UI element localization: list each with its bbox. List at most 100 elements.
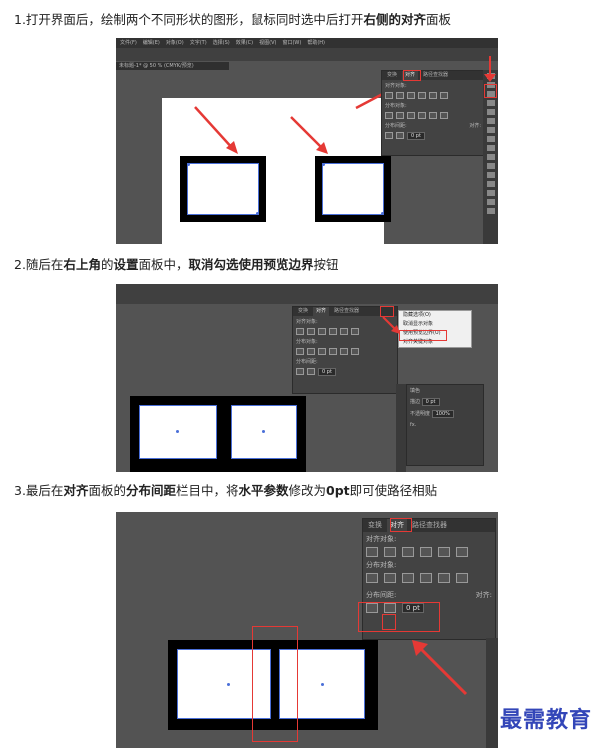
opacity-label: 不透明度 <box>410 411 431 417</box>
tool-icon[interactable] <box>486 172 495 178</box>
horizontal-spacing-icon[interactable] <box>396 132 404 139</box>
selection-handle[interactable] <box>381 212 384 215</box>
control-bar <box>116 48 498 61</box>
highlight-horizontal-spacing-button <box>382 614 396 630</box>
vertical-spacing-icon[interactable] <box>296 368 304 375</box>
spacing-input[interactable]: 0 pt <box>407 132 425 140</box>
distribute-bottom-icon[interactable] <box>407 112 415 119</box>
tool-icon[interactable] <box>486 127 495 133</box>
distribute-objects-label: 分布对象: <box>366 561 397 569</box>
align-middle-icon[interactable] <box>429 92 437 99</box>
align-top-icon[interactable] <box>418 92 426 99</box>
highlight-align-panel-icon <box>484 84 497 98</box>
menu-item-view[interactable]: 视图(V) <box>259 40 276 46</box>
align-left-icon[interactable] <box>385 92 393 99</box>
distribute-bottom-icon[interactable] <box>402 573 414 583</box>
menu-item-effect[interactable]: 效果(C) <box>236 40 253 46</box>
align-middle-icon[interactable] <box>340 328 348 335</box>
distribute-top-icon[interactable] <box>296 348 304 355</box>
menu-item-type[interactable]: 文字(T) <box>190 40 207 46</box>
distribute-left-icon[interactable] <box>329 348 337 355</box>
align-bottom-icon[interactable] <box>351 328 359 335</box>
align-left-icon[interactable] <box>366 547 378 557</box>
align-top-icon[interactable] <box>420 547 432 557</box>
distribute-left-icon[interactable] <box>420 573 432 583</box>
align-left-icon[interactable] <box>296 328 304 335</box>
tool-icon[interactable] <box>486 118 495 124</box>
align-center-icon[interactable] <box>307 328 315 335</box>
distribute-right-icon[interactable] <box>440 112 448 119</box>
distribute-objects-row <box>382 111 484 120</box>
distribute-left-icon[interactable] <box>418 112 426 119</box>
tool-icon[interactable] <box>486 145 495 151</box>
tool-icon[interactable] <box>486 154 495 160</box>
tool-icon[interactable] <box>486 163 495 169</box>
tool-icon[interactable] <box>486 181 495 187</box>
align-center-icon[interactable] <box>396 92 404 99</box>
distribute-hcenter-icon[interactable] <box>340 348 348 355</box>
align-right-icon[interactable] <box>402 547 414 557</box>
distribute-right-icon[interactable] <box>351 348 359 355</box>
highlight-distribute-spacing <box>358 602 440 632</box>
distribute-top-icon[interactable] <box>366 573 378 583</box>
menu-item-edit[interactable]: 编辑(E) <box>143 40 160 46</box>
screenshot-2: 变换 对齐 路径查找器 对齐对象: 分布对象: 分布间距: 0 pt 隐藏选项(… <box>116 284 498 472</box>
distribute-bottom-icon[interactable] <box>318 348 326 355</box>
tool-icon[interactable] <box>486 109 495 115</box>
distribute-spacing-label: 分布间距: <box>296 359 318 365</box>
align-center-icon[interactable] <box>384 547 396 557</box>
align-middle-icon[interactable] <box>438 547 450 557</box>
appearance-panel: 填色 描边 0 pt 不透明度 100% fx. <box>406 384 484 466</box>
tab-pathfinder[interactable]: 路径查找器 <box>409 519 450 532</box>
step-2-prefix: 2.随后在 <box>14 257 64 272</box>
align-top-icon[interactable] <box>329 328 337 335</box>
menu-item-object[interactable]: 对象(O) <box>166 40 184 46</box>
tab-align[interactable]: 对齐 <box>313 307 330 316</box>
tab-transform[interactable]: 变换 <box>384 71 400 80</box>
align-bottom-icon[interactable] <box>456 547 468 557</box>
step-3-suffix: 即可使路径相贴 <box>349 483 438 498</box>
fx-button[interactable]: fx. <box>407 420 483 430</box>
stroke-input[interactable]: 0 pt <box>421 398 440 406</box>
menu-item-window[interactable]: 窗口(W) <box>282 40 301 46</box>
tool-icon[interactable] <box>486 100 495 106</box>
document-tab[interactable]: 未标题-1* @ 50 % (CMYK/预览) <box>116 62 229 70</box>
selection-handle[interactable] <box>322 163 325 166</box>
tool-icon[interactable] <box>486 208 495 214</box>
step-1-text: 1.打开界面后，绘制两个不同形状的图形，鼠标同时选中后打开右侧的对齐面板 <box>14 12 451 28</box>
opacity-input[interactable]: 100% <box>431 410 454 418</box>
selection-handle[interactable] <box>256 212 259 215</box>
menu-item-hide-options[interactable]: 隐藏选项(O) <box>399 311 471 320</box>
fill-label: 填色 <box>410 388 421 394</box>
tab-pathfinder[interactable]: 路径查找器 <box>331 307 362 316</box>
selection-handle[interactable] <box>187 163 190 166</box>
screenshot-1: 文件(F) 编辑(E) 对象(O) 文字(T) 选择(S) 效果(C) 视图(V) 窗口(W)… <box>116 38 498 244</box>
distribute-vcenter-icon[interactable] <box>384 573 396 583</box>
distribute-hcenter-icon[interactable] <box>438 573 450 583</box>
tool-icon[interactable] <box>486 190 495 196</box>
vertical-spacing-icon[interactable] <box>385 132 393 139</box>
align-bottom-icon[interactable] <box>440 92 448 99</box>
align-right-icon[interactable] <box>318 328 326 335</box>
tool-icon[interactable] <box>486 136 495 142</box>
selected-rectangle-left[interactable] <box>187 163 259 215</box>
distribute-vcenter-icon[interactable] <box>396 112 404 119</box>
tab-transform[interactable]: 变换 <box>365 519 385 532</box>
distribute-vcenter-icon[interactable] <box>307 348 315 355</box>
tab-transform[interactable]: 变换 <box>295 307 311 316</box>
distribute-top-icon[interactable] <box>385 112 393 119</box>
tool-icon[interactable] <box>486 199 495 205</box>
spacing-input[interactable]: 0 pt <box>318 368 336 376</box>
menu-item-select[interactable]: 选择(S) <box>213 40 230 46</box>
horizontal-spacing-icon[interactable] <box>307 368 315 375</box>
align-right-icon[interactable] <box>407 92 415 99</box>
menu-item-file[interactable]: 文件(F) <box>120 40 137 46</box>
selected-rectangle-right[interactable] <box>322 163 384 215</box>
distribute-hcenter-icon[interactable] <box>429 112 437 119</box>
menu-item-cancel-display[interactable]: 取消显示对象 <box>399 320 471 329</box>
menu-item-help[interactable]: 帮助(H) <box>307 40 325 46</box>
tab-pathfinder[interactable]: 路径查找器 <box>420 71 451 80</box>
spacing-row: 0 pt <box>382 131 484 141</box>
distribute-right-icon[interactable] <box>456 573 468 583</box>
step-2-mid: 的 <box>100 257 114 272</box>
